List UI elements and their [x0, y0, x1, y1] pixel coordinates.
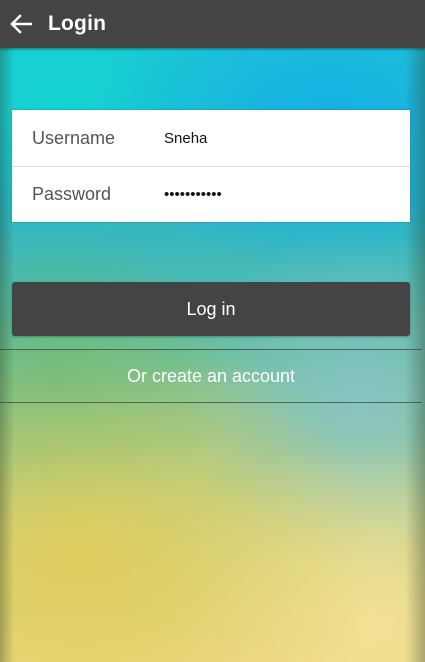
- page-title: Login: [48, 12, 107, 35]
- create-account-link[interactable]: Or create an account: [0, 350, 422, 402]
- login-button[interactable]: Log in: [12, 282, 410, 336]
- password-input[interactable]: [164, 186, 394, 203]
- username-row: Username: [12, 110, 410, 166]
- password-row: Password: [12, 166, 410, 222]
- arrow-left-icon: [10, 14, 32, 34]
- divider-bottom: [0, 402, 422, 403]
- app-bar: Login: [0, 0, 425, 48]
- username-input[interactable]: [164, 129, 394, 147]
- username-label: Username: [32, 127, 116, 148]
- login-form: Username Password: [12, 110, 410, 222]
- back-button[interactable]: [2, 0, 40, 48]
- password-label: Password: [32, 184, 112, 204]
